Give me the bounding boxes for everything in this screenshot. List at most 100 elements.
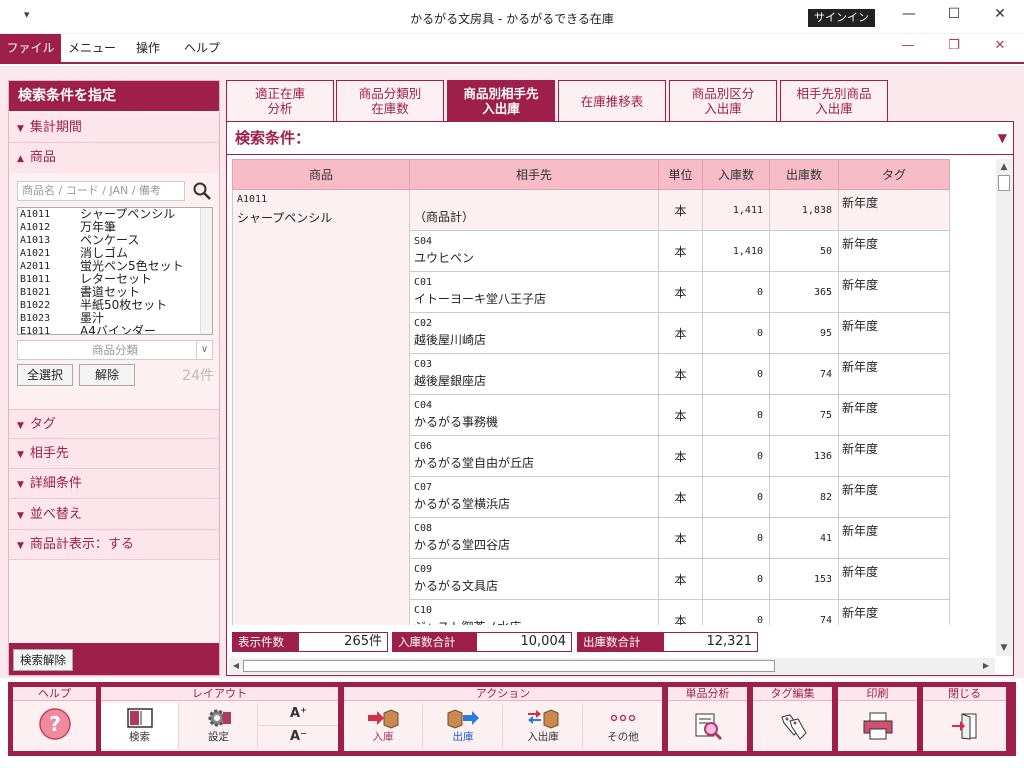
tag-cell: 新年度 xyxy=(838,558,950,600)
signin-button[interactable]: サインイン xyxy=(808,9,875,27)
unit-cell: 本 xyxy=(658,599,703,625)
partner-code: C10 xyxy=(414,605,433,616)
partner-name: かるがる堂横浜店 xyxy=(414,497,511,511)
more-icon xyxy=(610,714,636,722)
scroll-right-icon[interactable]: ▶ xyxy=(979,658,993,674)
collapse-arrow-icon: ▼ xyxy=(17,541,24,551)
other-button[interactable]: その他 xyxy=(584,703,662,749)
item-analysis-button[interactable] xyxy=(668,703,747,749)
scroll-thumb[interactable] xyxy=(998,175,1010,191)
product-code: A1011 xyxy=(20,209,51,220)
section-label: 集計期間 xyxy=(29,120,82,135)
tab-label: 商品別相手先 xyxy=(463,86,539,101)
minimize-icon[interactable]: — xyxy=(894,6,924,26)
button-label: 出庫 xyxy=(452,731,474,743)
maximize-icon[interactable]: ☐ xyxy=(939,6,969,26)
partner-cell: C04 かるがる事務機 xyxy=(409,394,659,436)
doc-close-icon[interactable]: ✕ xyxy=(988,38,1012,58)
tab-product-partner-inout[interactable]: 商品別相手先 入出庫 xyxy=(447,80,555,121)
doc-restore-icon[interactable]: ❐ xyxy=(942,38,966,58)
stock-in-button[interactable]: 入庫 xyxy=(344,703,423,749)
section-period[interactable]: ▼ 集計期間 xyxy=(9,113,219,143)
tab-label: 入出庫 xyxy=(815,101,853,116)
column-header[interactable]: タグ xyxy=(838,159,950,190)
table-row[interactable]: A1011 シャープペンシル （商品計）本 1,411 1,838 新年度 xyxy=(232,189,950,625)
condition-dropdown-icon[interactable]: ▼ xyxy=(998,122,1007,155)
stock-inout-button[interactable]: 入出庫 xyxy=(504,703,583,749)
doc-minimize-icon[interactable]: — xyxy=(896,38,920,58)
category-select[interactable]: 商品分類 ∨ xyxy=(17,340,213,360)
toolbar-group-close: 閉じる xyxy=(923,687,1006,751)
clear-search-button[interactable]: 検索解除 xyxy=(13,649,73,671)
partner-cell: C03 越後屋銀座店 xyxy=(409,353,659,395)
column-header[interactable]: 商品 xyxy=(232,159,410,190)
print-button[interactable] xyxy=(838,703,917,749)
out-qty-cell: 365 xyxy=(769,271,839,313)
select-all-button[interactable]: 全選択 xyxy=(17,364,73,386)
help-button[interactable]: ? xyxy=(13,703,96,749)
product-search-input[interactable]: 商品名 / コード / JAN / 備考 xyxy=(17,181,185,201)
tab-optimal-stock[interactable]: 適正在庫 分析 xyxy=(226,80,334,121)
product-list-item[interactable]: E1011 A4バインダー xyxy=(18,325,212,335)
scroll-down-icon[interactable]: ▼ xyxy=(996,640,1012,656)
condition-bar[interactable]: 検索条件： ▼ xyxy=(227,122,1013,155)
menu-help[interactable]: ヘルプ xyxy=(176,34,228,62)
toolbar-group-layout: レイアウト 検索 設定 A⁺ A⁻ xyxy=(101,687,338,751)
menu-file[interactable]: ファイル xyxy=(0,34,61,62)
partner-name: 越後屋川崎店 xyxy=(414,333,487,347)
tag-cell: 新年度 xyxy=(838,353,950,395)
item-count: 24件 xyxy=(182,368,214,384)
scroll-thumb[interactable] xyxy=(243,660,775,672)
layout-search-button[interactable]: 検索 xyxy=(101,703,179,749)
partner-cell: C02 越後屋川崎店 xyxy=(409,312,659,354)
unit-cell: 本 xyxy=(658,394,703,436)
product-list-item[interactable]: B1022 半紙50枚セット xyxy=(18,299,212,312)
column-header[interactable]: 入庫数 xyxy=(702,159,770,190)
section-partner[interactable]: ▼ 相手先 xyxy=(9,439,219,469)
in-qty-cell: 0 xyxy=(702,599,770,625)
display-count-value: 265件 xyxy=(298,632,388,652)
product-list[interactable]: A1011 シャープペンシル A1012 万年筆 A1013 ペンケース A1021 消しゴム… xyxy=(17,207,213,335)
toolbar-group-action: アクション 入庫 出庫 入出庫 その他 xyxy=(344,687,662,751)
panel-footer: 検索解除 xyxy=(9,643,219,675)
toolbar-group-tag: タグ編集 xyxy=(753,687,832,751)
list-scrollbar[interactable] xyxy=(200,208,212,334)
group-header: タグ編集 xyxy=(753,687,832,701)
close-app-button[interactable] xyxy=(923,703,1006,749)
tag-cell: 新年度 xyxy=(838,271,950,313)
unit-cell: 本 xyxy=(658,517,703,559)
section-sort[interactable]: ▼ 並べ替え xyxy=(9,500,219,530)
section-product[interactable]: ▲ 商品 xyxy=(9,143,219,173)
tag-edit-button[interactable] xyxy=(753,703,832,749)
group-header: 印刷 xyxy=(838,687,917,701)
search-icon[interactable] xyxy=(192,181,212,201)
column-header[interactable]: 出庫数 xyxy=(769,159,839,190)
section-tag[interactable]: ▼ タグ xyxy=(9,409,219,439)
font-decrease-button[interactable]: A⁻ xyxy=(259,726,338,749)
menu-operation[interactable]: 操作 xyxy=(126,34,170,62)
product-code: A1011 xyxy=(237,194,268,205)
tab-product-type-inout[interactable]: 商品別区分 入出庫 xyxy=(669,80,777,121)
scroll-left-icon[interactable]: ◀ xyxy=(229,658,243,674)
tab-partner-product-inout[interactable]: 相手先別商品 入出庫 xyxy=(780,80,888,121)
horizontal-scrollbar[interactable]: ◀ ▶ xyxy=(229,658,995,674)
scroll-up-icon[interactable]: ▲ xyxy=(996,159,1012,175)
menu-menu[interactable]: メニュー xyxy=(64,34,120,62)
stock-out-button[interactable]: 出庫 xyxy=(424,703,503,749)
font-increase-button[interactable]: A⁺ xyxy=(259,703,338,726)
column-header[interactable]: 単位 xyxy=(658,159,703,190)
section-total-display[interactable]: ▼ 商品計表示：する xyxy=(9,530,219,560)
close-icon[interactable]: ✕ xyxy=(985,6,1015,26)
layout-settings-button[interactable]: 設定 xyxy=(180,703,258,749)
collapse-arrow-icon: ▼ xyxy=(17,511,24,521)
partner-name: イトーヨーキ堂八王子店 xyxy=(414,292,547,306)
section-detail[interactable]: ▼ 詳細条件 xyxy=(9,469,219,499)
help-icon: ? xyxy=(38,708,71,740)
out-qty-cell: 50 xyxy=(769,230,839,272)
tab-stock-trend[interactable]: 在庫推移表 xyxy=(558,80,666,121)
partner-name: ジャスト御茶ノ水店 xyxy=(414,619,654,625)
column-header[interactable]: 相手先 xyxy=(409,159,659,190)
deselect-button[interactable]: 解除 xyxy=(79,364,135,386)
tab-category-stock[interactable]: 商品分類別 在庫数 xyxy=(336,80,444,121)
vertical-scrollbar[interactable]: ▲ ▼ xyxy=(996,159,1012,656)
